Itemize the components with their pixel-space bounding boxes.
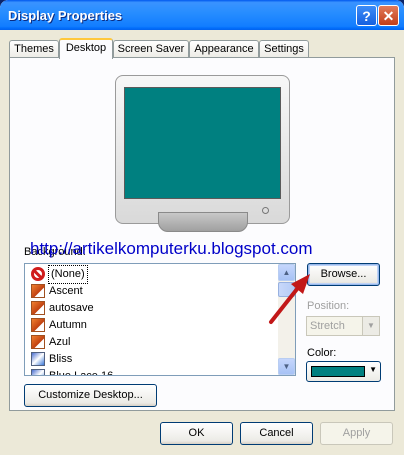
bitmap-icon: [31, 352, 45, 366]
browse-button[interactable]: Browse...: [307, 263, 380, 286]
tab-screen-saver[interactable]: Screen Saver: [113, 40, 189, 58]
power-button-icon: [262, 207, 269, 214]
image-icon: [31, 301, 45, 315]
image-icon: [31, 318, 45, 332]
background-list[interactable]: (None) Ascent autosave Autumn Azul Bliss…: [24, 263, 296, 376]
title-bar[interactable]: Display Properties ? ✕: [0, 0, 404, 30]
image-icon: [31, 335, 45, 349]
color-swatch: [311, 366, 365, 377]
desktop-preview-screen: [124, 87, 281, 199]
pointer-arrow-icon: [269, 274, 310, 324]
tab-appearance[interactable]: Appearance: [189, 40, 259, 58]
close-button[interactable]: ✕: [378, 5, 399, 26]
bitmap-icon: [31, 369, 45, 375]
help-button[interactable]: ?: [356, 5, 377, 26]
list-item-label: Azul: [49, 336, 71, 348]
position-value: Stretch: [310, 320, 345, 332]
none-icon: [31, 267, 45, 281]
monitor-preview: [115, 75, 290, 224]
color-label: Color:: [307, 347, 337, 359]
chevron-down-icon: ▼: [362, 317, 379, 335]
tab-desktop[interactable]: Desktop: [59, 38, 113, 59]
position-select[interactable]: Stretch ▼: [306, 316, 380, 336]
list-item-label: Blue Lace 16: [49, 370, 114, 376]
apply-button[interactable]: Apply: [320, 422, 393, 445]
scroll-down-button[interactable]: ▼: [278, 358, 295, 375]
list-item-label: Ascent: [49, 285, 83, 297]
watermark-url: http://artikelkomputerku.blogspot.com: [30, 239, 313, 258]
cancel-button[interactable]: Cancel: [240, 422, 313, 445]
tab-themes[interactable]: Themes: [9, 40, 59, 58]
chevron-down-icon: ▼: [369, 365, 377, 374]
list-item-label: Bliss: [49, 353, 73, 365]
display-properties-window: Display Properties ? ✕ Themes Desktop Sc…: [0, 0, 404, 455]
color-picker-button[interactable]: ▼: [306, 361, 381, 382]
window-title: Display Properties: [8, 8, 123, 23]
list-item-label: (None): [48, 265, 88, 284]
customize-desktop-button[interactable]: Customize Desktop...: [24, 384, 157, 407]
list-item-label: autosave: [49, 302, 94, 314]
monitor-stand: [158, 212, 248, 232]
ok-button[interactable]: OK: [160, 422, 233, 445]
list-item-label: Autumn: [49, 319, 87, 331]
image-icon: [31, 284, 45, 298]
tab-settings[interactable]: Settings: [259, 40, 309, 58]
